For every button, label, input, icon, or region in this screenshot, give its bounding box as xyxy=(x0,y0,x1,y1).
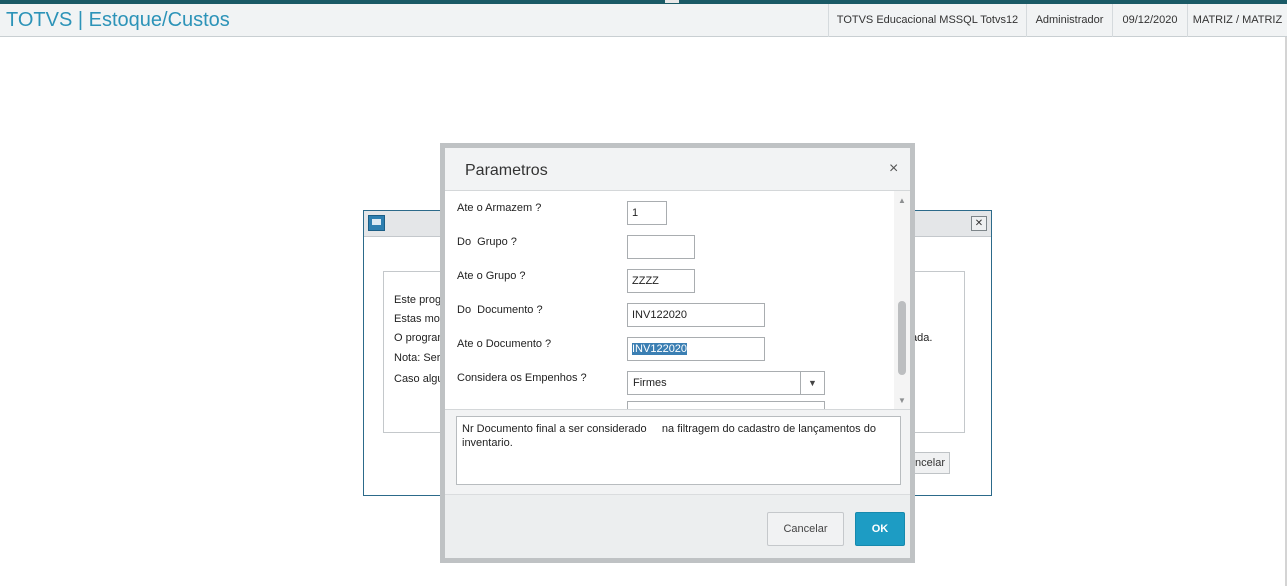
cancel-button[interactable]: Cancelar xyxy=(767,512,844,546)
description-line: Este prog xyxy=(394,294,442,306)
param-row: Ate o Documento ? INV122020 xyxy=(445,335,891,369)
scrollbar-thumb[interactable] xyxy=(898,301,906,375)
selected-text: INV122020 xyxy=(632,343,688,355)
parameters-modal: Parametros × Ate o Armazem ? 1 Do Grupo … xyxy=(440,143,915,563)
date-label[interactable]: 09/12/2020 xyxy=(1112,4,1187,37)
description-line: Nota: Ser xyxy=(394,352,441,364)
param-label: Do Grupo ? xyxy=(457,236,517,248)
ok-button[interactable]: OK xyxy=(855,512,905,546)
param-row: Do Documento ? INV122020 xyxy=(445,301,891,335)
param-label: Ate o Armazem ? xyxy=(457,202,542,214)
param-label: Do Documento ? xyxy=(457,304,543,316)
help-text: Nr Documento final a ser considerado na … xyxy=(456,416,901,485)
param-label: Considera os Empenhos ? xyxy=(457,372,587,384)
param-row-partial xyxy=(445,401,891,409)
select-value: Firmes xyxy=(633,377,667,389)
param-row: Do Grupo ? xyxy=(445,233,891,267)
scrollbar[interactable]: ▲ ▼ xyxy=(894,191,910,409)
modal-title: Parametros xyxy=(465,162,548,179)
parameters-list: Ate o Armazem ? 1 Do Grupo ? Ate o Grupo… xyxy=(445,190,910,410)
description-line: Caso algu xyxy=(394,373,444,385)
app-title: TOTVS | Estoque/Custos xyxy=(6,9,230,31)
scroll-up-icon[interactable]: ▲ xyxy=(894,193,910,209)
param-label: Ate o Grupo ? xyxy=(457,270,526,282)
param-row: Ate o Grupo ? ZZZZ xyxy=(445,267,891,301)
param-select-considera-empenhos[interactable]: Firmes ▼ xyxy=(627,371,825,395)
environment-label[interactable]: TOTVS Educacional MSSQL Totvs12 xyxy=(828,4,1026,37)
window-icon xyxy=(368,215,385,231)
param-input-ate-armazem[interactable]: 1 xyxy=(627,201,667,225)
scroll-down-icon[interactable]: ▼ xyxy=(894,393,910,409)
chevron-down-icon[interactable]: ▼ xyxy=(800,372,824,394)
top-bar-marker xyxy=(665,0,679,3)
param-row: Considera os Empenhos ? Firmes ▼ xyxy=(445,369,891,403)
param-label: Ate o Documento ? xyxy=(457,338,552,350)
param-input-do-documento[interactable]: INV122020 xyxy=(627,303,765,327)
param-input-ate-grupo[interactable]: ZZZZ xyxy=(627,269,695,293)
description-line: Estas mov xyxy=(394,313,446,325)
modal-footer: Cancelar OK xyxy=(445,494,910,558)
close-icon[interactable]: × xyxy=(889,160,898,178)
description-line: O progran xyxy=(394,332,444,344)
close-icon[interactable]: ✕ xyxy=(971,216,987,231)
param-select-partial[interactable] xyxy=(627,401,825,409)
param-input-ate-documento[interactable]: INV122020 xyxy=(627,337,765,361)
user-label[interactable]: Administrador xyxy=(1026,4,1112,37)
branch-label[interactable]: MATRIZ / MATRIZ xyxy=(1187,4,1287,37)
param-row: Ate o Armazem ? 1 xyxy=(445,199,891,233)
param-input-do-grupo[interactable] xyxy=(627,235,695,259)
app-header: TOTVS | Estoque/Custos TOTVS Educacional… xyxy=(0,4,1287,37)
